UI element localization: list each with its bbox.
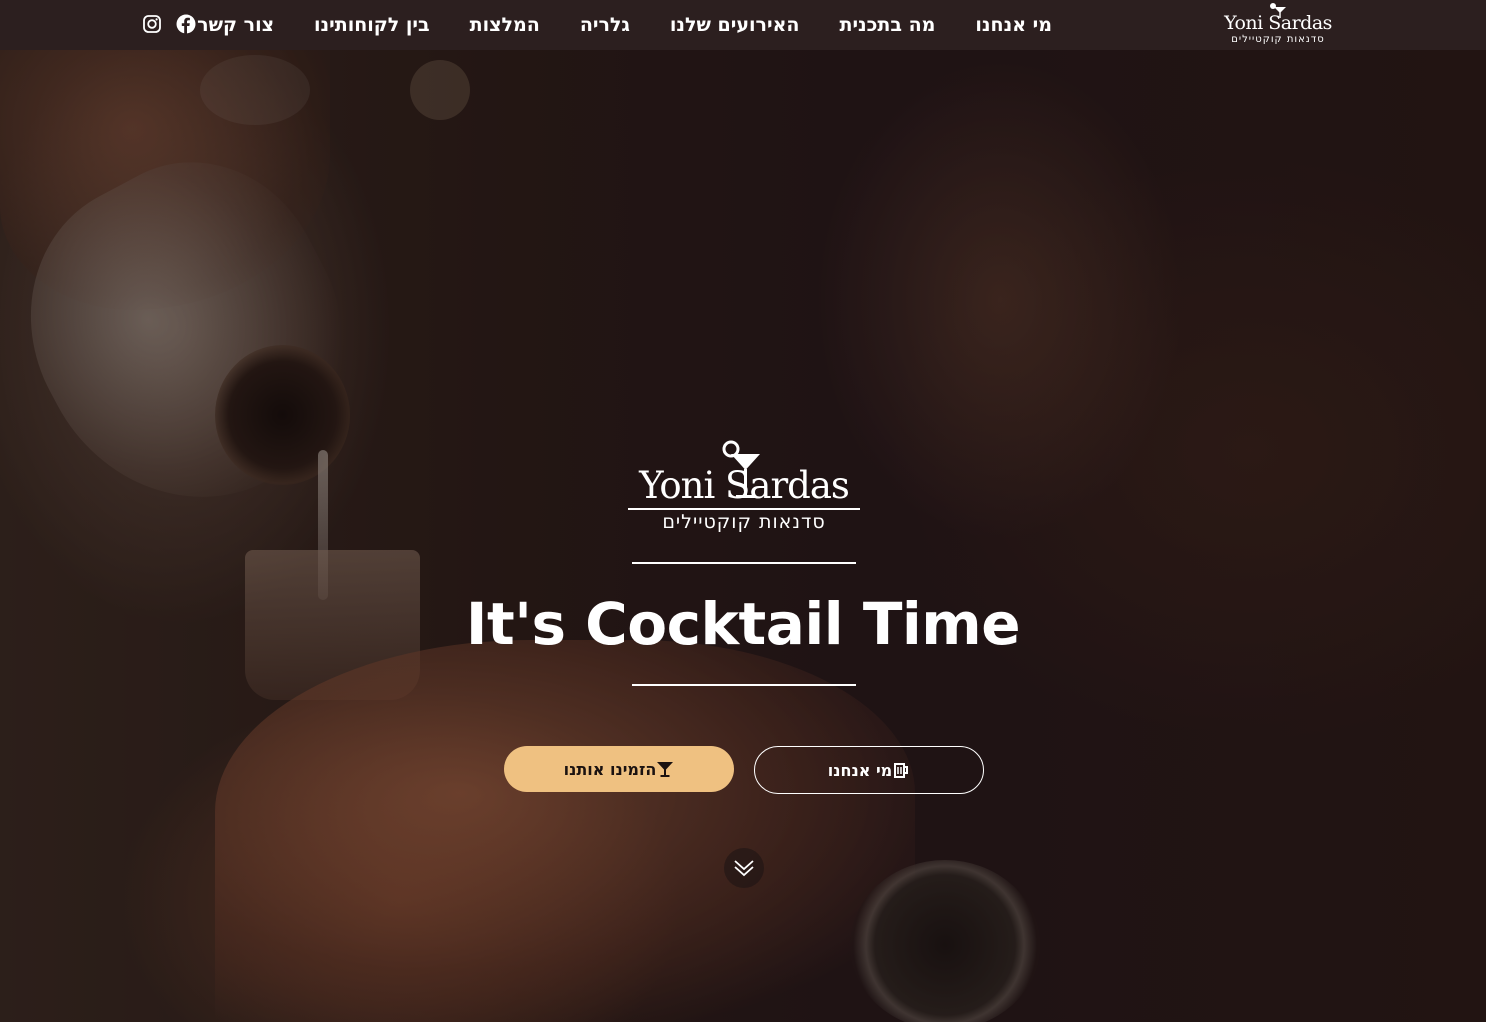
about-us-button[interactable]: מי אנחנו (754, 746, 984, 794)
main-menu: מי אנחנו מה בתכנית האירועים שלנו גלריה ה… (157, 0, 1052, 50)
beer-mug-icon (894, 763, 909, 778)
nav-item-program[interactable]: מה בתכנית (839, 14, 935, 36)
nav-item-gallery[interactable]: גלריה (580, 14, 630, 36)
about-us-label: מי אנחנו (827, 760, 893, 780)
facebook-icon[interactable] (176, 14, 196, 34)
hero-logo-tagline: סדנאות קוקטיילים (662, 511, 826, 533)
cocktail-glass-icon (657, 762, 674, 777)
nav-item-contact[interactable]: צור קשר (197, 14, 274, 36)
site-logo[interactable]: Yoni Sardas סדנאות קוקטיילים (1216, 2, 1340, 48)
nav-item-about[interactable]: מי אנחנו (975, 14, 1052, 36)
hero-logo: Yoni Sardas סדנאות קוקטיילים (626, 440, 862, 533)
book-us-button[interactable]: הזמינו אותנו (504, 746, 734, 792)
hero-logo-wordmark: Yoni Sardas (639, 464, 850, 507)
top-navbar: Yoni Sardas סדנאות קוקטיילים מי אנחנו מה… (0, 0, 1486, 50)
hero-headline: It's Cocktail Time (465, 590, 1021, 658)
book-us-label: הזמינו אותנו (563, 759, 657, 779)
scroll-down-button[interactable] (724, 848, 764, 888)
nav-item-clients[interactable]: בין לקוחותינו (314, 14, 430, 36)
double-chevron-down-icon (734, 860, 754, 877)
nav-item-events[interactable]: האירועים שלנו (670, 14, 800, 36)
divider-line (632, 562, 856, 564)
nav-item-testimonials[interactable]: המלצות (470, 14, 540, 36)
instagram-icon[interactable] (142, 14, 162, 34)
logo-tagline: סדנאות קוקטיילים (1231, 34, 1325, 45)
divider-line (632, 684, 856, 686)
social-links (142, 14, 196, 34)
logo-underline (628, 508, 860, 510)
cocktail-glass-icon (1270, 3, 1286, 18)
